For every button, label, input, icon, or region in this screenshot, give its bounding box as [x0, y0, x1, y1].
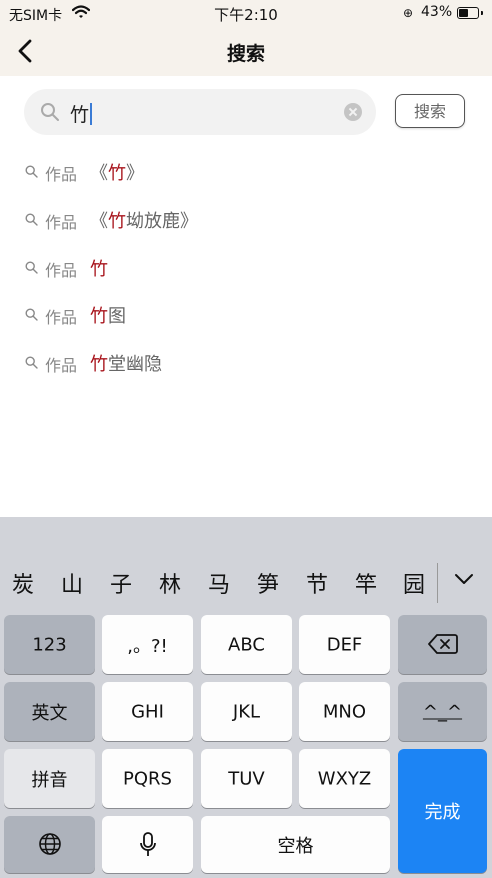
- search-input[interactable]: 竹: [24, 89, 376, 135]
- search-icon: [25, 308, 38, 321]
- status-bar: 无SIM卡 下午2:10 ⊕ 43%: [0, 0, 492, 28]
- result-category: 作品: [45, 261, 78, 280]
- candidate-item[interactable]: 炭: [3, 567, 43, 599]
- candidate-item[interactable]: 子: [101, 567, 141, 599]
- list-item[interactable]: 作品 《竹》: [0, 148, 492, 194]
- pinyin-key[interactable]: 拼音: [4, 749, 95, 808]
- wxyz-key[interactable]: WXYZ: [299, 749, 390, 808]
- candidate-item[interactable]: 山: [52, 567, 92, 599]
- list-item[interactable]: 作品 《竹坳放鹿》: [0, 196, 492, 242]
- globe-icon: [39, 833, 61, 855]
- page-title: 搜索: [226, 43, 265, 65]
- ghi-key[interactable]: GHI: [102, 682, 193, 741]
- def-key[interactable]: DEF: [299, 615, 390, 674]
- english-key[interactable]: 英文: [4, 682, 95, 741]
- list-item[interactable]: 作品 竹: [0, 244, 492, 290]
- candidate-item[interactable]: 节: [297, 567, 337, 599]
- mno-key[interactable]: MNO: [299, 682, 390, 741]
- candidate-divider: [437, 563, 438, 603]
- list-item[interactable]: 作品 竹图: [0, 291, 492, 337]
- pqrs-key[interactable]: PQRS: [102, 749, 193, 808]
- backspace-key[interactable]: [398, 615, 487, 674]
- lock-rotation-icon: ⊕: [403, 6, 414, 20]
- candidate-item[interactable]: 笋: [248, 567, 288, 599]
- space-key[interactable]: 空格: [201, 816, 390, 873]
- candidate-item[interactable]: 竿: [346, 567, 386, 599]
- result-title: 竹堂幽隐: [90, 354, 162, 375]
- search-icon: [25, 165, 38, 178]
- candidate-item[interactable]: 园: [394, 567, 434, 599]
- search-icon: [25, 261, 38, 274]
- candidate-item[interactable]: 马: [199, 567, 239, 599]
- search-icon: [25, 213, 38, 226]
- candidate-bar: 炭 山 子 林 马 笋 节 竿 园: [0, 555, 492, 613]
- microphone-icon: [140, 832, 156, 856]
- search-icon: [41, 103, 59, 121]
- keyboard: 炭 山 子 林 马 笋 节 竿 园 123 ,。?! ABC DEF 英文 GH…: [0, 517, 492, 878]
- emoticon-key[interactable]: ^_^: [398, 682, 487, 741]
- search-icon: [25, 356, 38, 369]
- abc-key[interactable]: ABC: [201, 615, 292, 674]
- result-category: 作品: [45, 165, 78, 184]
- globe-key[interactable]: [4, 816, 95, 873]
- chevron-down-icon[interactable]: [454, 572, 474, 586]
- punctuation-key[interactable]: ,。?!: [102, 615, 193, 674]
- navigation-bar: 搜索: [0, 28, 492, 76]
- microphone-key[interactable]: [102, 816, 193, 873]
- result-title: 竹图: [90, 306, 126, 327]
- result-category: 作品: [45, 213, 78, 232]
- result-category: 作品: [45, 308, 78, 327]
- search-query-text: 竹: [70, 100, 93, 127]
- result-title: 《竹》: [90, 163, 144, 184]
- battery-icon: [457, 7, 483, 19]
- search-row: 竹 搜索: [0, 76, 492, 148]
- clear-icon[interactable]: [344, 103, 362, 121]
- search-button[interactable]: 搜索: [395, 94, 465, 128]
- candidate-item[interactable]: 林: [150, 567, 190, 599]
- result-title: 竹: [90, 259, 108, 280]
- result-category: 作品: [45, 356, 78, 375]
- backspace-icon: [428, 634, 458, 654]
- list-item[interactable]: 作品 竹堂幽隐: [0, 339, 492, 385]
- tuv-key[interactable]: TUV: [201, 749, 292, 808]
- done-key[interactable]: 完成: [398, 749, 487, 873]
- jkl-key[interactable]: JKL: [201, 682, 292, 741]
- battery-percent: 43%: [421, 4, 453, 20]
- text-caret: [90, 103, 93, 125]
- status-time: 下午2:10: [214, 6, 278, 24]
- numbers-key[interactable]: 123: [4, 615, 95, 674]
- result-title: 《竹坳放鹿》: [90, 211, 198, 232]
